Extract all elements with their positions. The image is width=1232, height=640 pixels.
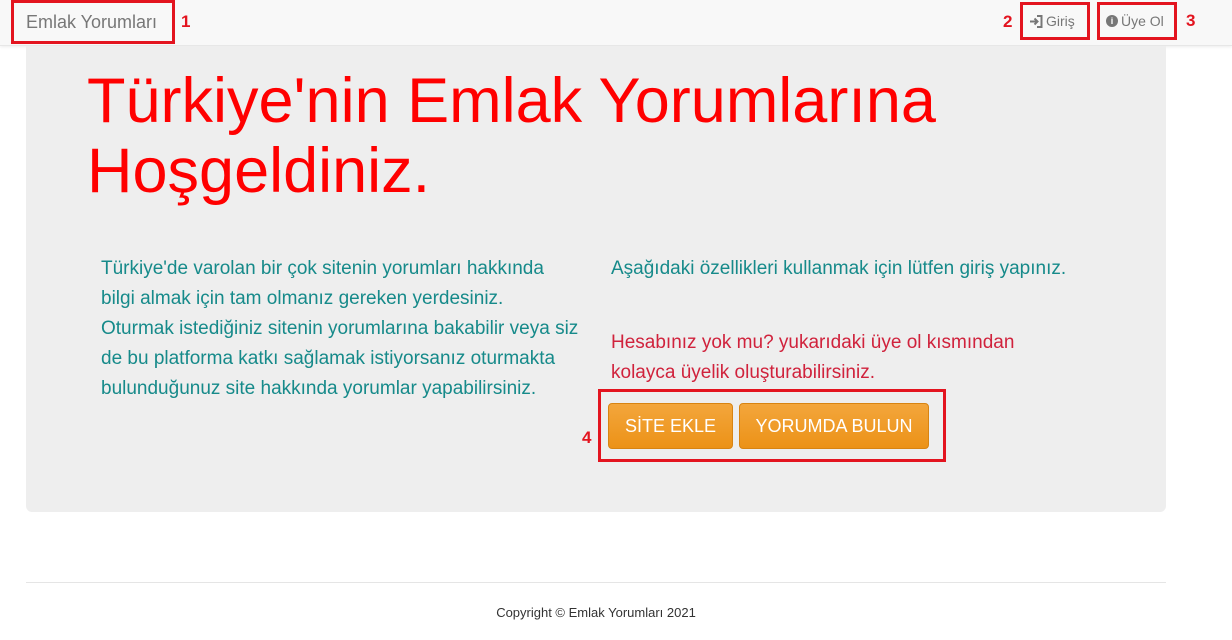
annotation-box-3 — [1097, 2, 1177, 40]
annotation-number-3: 3 — [1186, 11, 1196, 30]
annotation-number-1: 1 — [181, 12, 191, 31]
intro-text: Türkiye'de varolan bir çok sitenin yorum… — [101, 258, 579, 399]
page-title: Türkiye'nin Emlak Yorumlarına Hoşgeldini… — [87, 66, 936, 206]
annotation-box-1 — [11, 0, 175, 44]
annotation-number-4: 4 — [582, 428, 592, 447]
annotation-box-4 — [598, 389, 946, 462]
footer-divider — [26, 582, 1166, 583]
annotation-box-2 — [1020, 2, 1090, 40]
login-info-text: Aşağıdaki özellikleri kullanmak için lüt… — [611, 258, 1067, 279]
footer-copyright: Copyright © Emlak Yorumları 2021 — [496, 605, 696, 620]
annotation-number-2: 2 — [1003, 12, 1013, 31]
signup-hint-text: Hesabınız yok mu? yukarıdaki üye ol kısm… — [611, 332, 1015, 383]
